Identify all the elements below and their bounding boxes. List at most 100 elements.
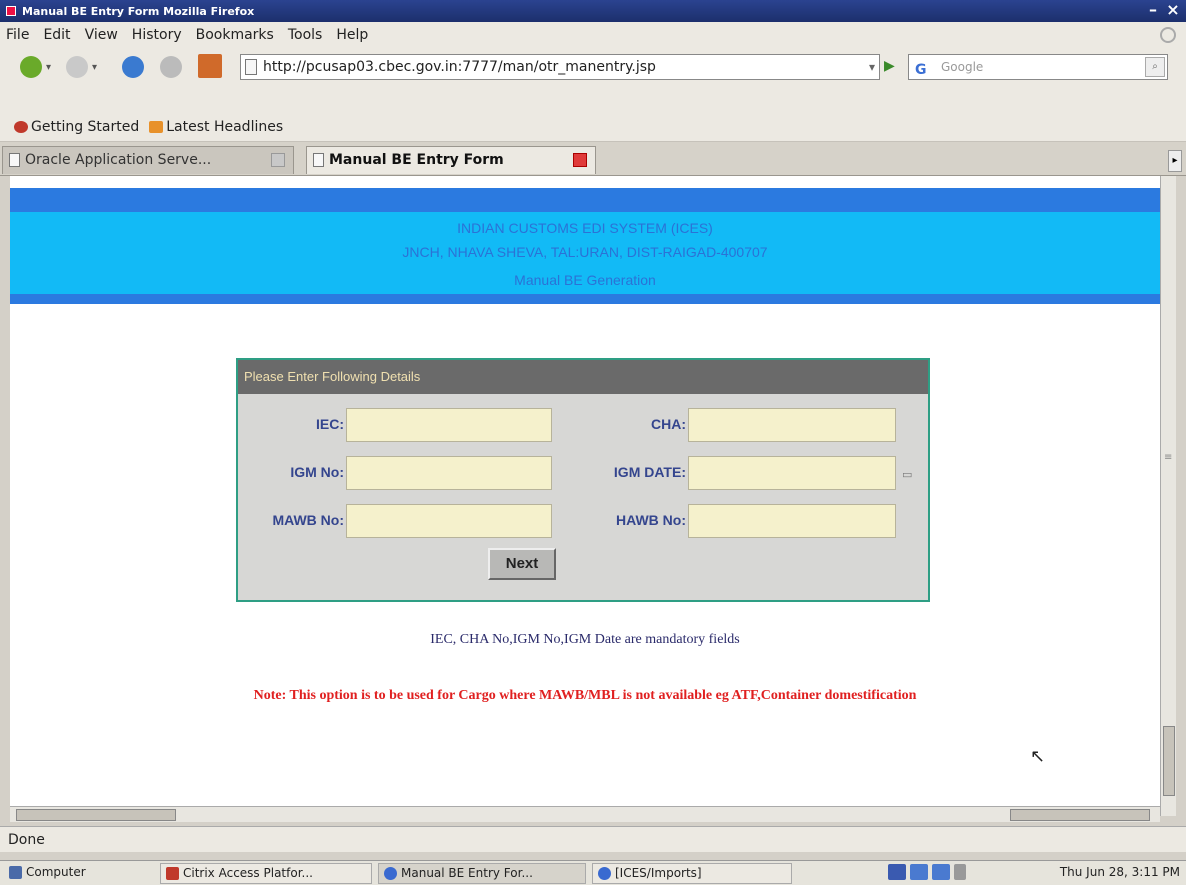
google-icon[interactable]: G bbox=[915, 58, 931, 78]
minimize-button[interactable]: – bbox=[1144, 1, 1162, 19]
home-icon[interactable] bbox=[198, 54, 222, 78]
page-icon bbox=[245, 59, 257, 75]
tab-oracle[interactable]: Oracle Application Serve... bbox=[2, 146, 294, 174]
firefox-icon bbox=[6, 6, 16, 16]
window-title: Manual BE Entry Form Mozilla Firefox bbox=[22, 4, 255, 18]
reload-icon[interactable] bbox=[122, 56, 144, 78]
rss-icon bbox=[149, 120, 164, 133]
throbber-icon bbox=[1160, 27, 1176, 43]
status-text: Done bbox=[8, 832, 45, 848]
mawb-no-field[interactable] bbox=[346, 504, 552, 538]
forward-history-dropdown-icon[interactable]: ▾ bbox=[92, 62, 97, 73]
mawb-label: MAWB No: bbox=[272, 512, 344, 528]
mandatory-fields-note: IEC, CHA No,IGM No,IGM Date are mandator… bbox=[430, 632, 740, 647]
go-icon[interactable]: ▶ bbox=[884, 58, 898, 74]
header-address: JNCH, NHAVA SHEVA, TAL:URAN, DIST-RAIGAD… bbox=[402, 244, 768, 260]
volume-icon[interactable] bbox=[954, 864, 966, 880]
taskbar-label: Citrix Access Platfor... bbox=[183, 866, 313, 880]
bookmark-label: Getting Started bbox=[31, 118, 140, 135]
menu-bookmarks[interactable]: Bookmarks bbox=[196, 27, 274, 43]
iec-field[interactable] bbox=[346, 408, 552, 442]
computer-icon bbox=[9, 866, 22, 879]
menu-edit[interactable]: Edit bbox=[43, 27, 70, 43]
taskbar-label: Computer bbox=[26, 865, 86, 879]
iec-label: IEC: bbox=[316, 416, 344, 432]
header-subtitle: Manual BE Generation bbox=[514, 272, 656, 288]
page-content: INDIAN CUSTOMS EDI SYSTEM (ICES) JNCH, N… bbox=[10, 176, 1160, 816]
close-tab-icon[interactable] bbox=[271, 153, 285, 167]
details-form: Please Enter Following Details IEC: CHA:… bbox=[236, 358, 930, 602]
taskbar-label: Manual BE Entry For... bbox=[401, 866, 533, 880]
network-icon[interactable] bbox=[910, 864, 928, 880]
tab-label: Oracle Application Serve... bbox=[25, 152, 212, 168]
vertical-scrollbar[interactable]: ≡ bbox=[1160, 176, 1176, 816]
page-icon bbox=[9, 153, 20, 167]
search-box[interactable]: G Google ⌕ bbox=[908, 54, 1168, 80]
igm-date-label: IGM DATE: bbox=[613, 464, 686, 480]
page-icon bbox=[313, 153, 324, 167]
hawb-no-field[interactable] bbox=[688, 504, 896, 538]
horizontal-scroll-thumb-right[interactable] bbox=[1010, 809, 1150, 821]
menu-tools[interactable]: Tools bbox=[288, 27, 323, 43]
browser-icon bbox=[598, 867, 611, 880]
taskbar-ices-imports[interactable]: [ICES/Imports] bbox=[592, 863, 792, 884]
tab-manual-be-entry[interactable]: Manual BE Entry Form bbox=[306, 146, 596, 174]
system-tray bbox=[888, 864, 966, 880]
firefox-icon bbox=[166, 867, 179, 880]
clock[interactable]: Thu Jun 28, 3:11 PM bbox=[1060, 865, 1180, 879]
menu-file[interactable]: File bbox=[6, 27, 29, 43]
mouse-cursor-icon: ↖ bbox=[1030, 746, 1046, 767]
stop-icon[interactable] bbox=[160, 56, 182, 78]
navigation-toolbar: ▾ ▾ http://pcusap03.cbec.gov.in:7777/man… bbox=[0, 48, 1186, 112]
search-placeholder: Google bbox=[941, 60, 984, 74]
bookmark-getting-started[interactable]: Getting Started bbox=[14, 119, 139, 135]
cha-field[interactable] bbox=[688, 408, 896, 442]
menu-history[interactable]: History bbox=[132, 27, 182, 43]
tab-label: Manual BE Entry Form bbox=[329, 152, 504, 168]
form-title: Please Enter Following Details bbox=[238, 360, 928, 394]
next-button[interactable]: Next bbox=[488, 548, 556, 580]
url-dropdown-icon[interactable]: ▾ bbox=[869, 55, 875, 79]
cha-label: CHA: bbox=[651, 416, 686, 432]
url-text: http://pcusap03.cbec.gov.in:7777/man/otr… bbox=[263, 59, 656, 75]
url-bar[interactable]: http://pcusap03.cbec.gov.in:7777/man/otr… bbox=[240, 54, 880, 80]
hawb-label: HAWB No: bbox=[616, 512, 686, 528]
cargo-note: Note: This option is to be used for Carg… bbox=[253, 688, 917, 703]
menu-view[interactable]: View bbox=[85, 27, 118, 43]
menu-bar: File Edit View History Bookmarks Tools H… bbox=[0, 22, 1186, 48]
header-band-bottom bbox=[10, 294, 1160, 304]
menu-help[interactable]: Help bbox=[336, 27, 368, 43]
browser-icon bbox=[384, 867, 397, 880]
forward-icon[interactable] bbox=[66, 56, 88, 78]
firefox-bookmark-icon bbox=[14, 120, 28, 133]
bookmarks-toolbar: Getting Started Latest Headlines bbox=[0, 112, 1186, 142]
back-history-dropdown-icon[interactable]: ▾ bbox=[46, 62, 51, 73]
close-button[interactable]: × bbox=[1164, 1, 1182, 19]
horizontal-scroll-thumb[interactable] bbox=[16, 809, 176, 821]
calendar-icon[interactable]: ▭ bbox=[902, 468, 914, 482]
hp-icon[interactable] bbox=[888, 864, 906, 880]
taskbar-citrix[interactable]: Citrix Access Platfor... bbox=[160, 863, 372, 884]
igm-no-field[interactable] bbox=[346, 456, 552, 490]
bookmark-label: Latest Headlines bbox=[166, 118, 284, 135]
header-title: INDIAN CUSTOMS EDI SYSTEM (ICES) bbox=[457, 220, 713, 236]
taskbar: Computer Citrix Access Platfor... Manual… bbox=[0, 860, 1186, 885]
back-icon[interactable] bbox=[20, 56, 42, 78]
firefox-window: Manual BE Entry Form Mozilla Firefox – ×… bbox=[0, 0, 1186, 885]
status-bar: Done bbox=[0, 826, 1186, 852]
header-band-top bbox=[10, 188, 1160, 212]
taskbar-label: [ICES/Imports] bbox=[615, 866, 702, 880]
title-bar: Manual BE Entry Form Mozilla Firefox – × bbox=[0, 0, 1186, 22]
computer-menu-button[interactable]: Computer bbox=[4, 863, 114, 884]
horizontal-scrollbar[interactable] bbox=[10, 806, 1160, 822]
igm-no-label: IGM No: bbox=[290, 464, 344, 480]
close-tab-icon[interactable] bbox=[573, 153, 587, 167]
tab-list-button[interactable]: ▸ bbox=[1168, 150, 1182, 172]
taskbar-manual-be[interactable]: Manual BE Entry For... bbox=[378, 863, 586, 884]
scroll-grip-icon: ≡ bbox=[1164, 452, 1173, 463]
bookmark-latest-headlines[interactable]: Latest Headlines bbox=[149, 119, 283, 135]
vertical-scroll-thumb[interactable] bbox=[1163, 726, 1175, 796]
igm-date-field[interactable] bbox=[688, 456, 896, 490]
display-icon[interactable] bbox=[932, 864, 950, 880]
search-go-icon[interactable]: ⌕ bbox=[1145, 57, 1165, 77]
